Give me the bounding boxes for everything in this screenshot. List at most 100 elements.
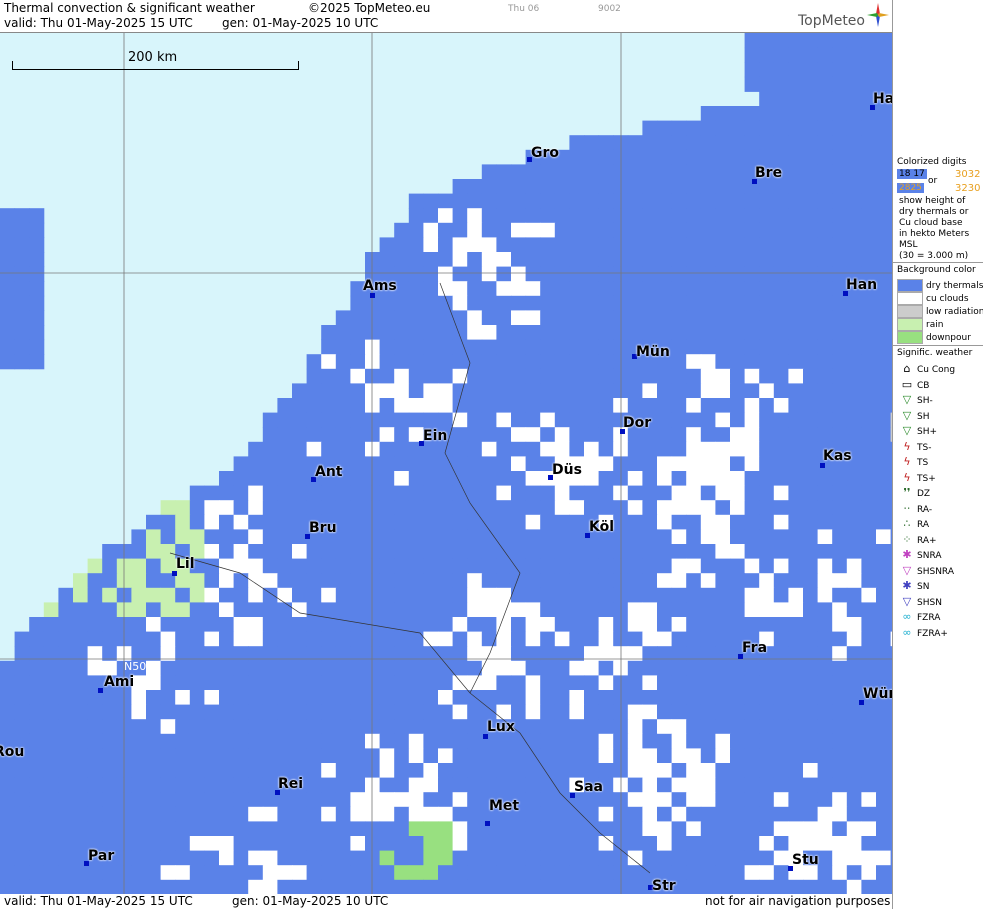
grid-cell (365, 675, 381, 691)
grid-cell (496, 821, 512, 837)
grid-cell (773, 325, 789, 341)
grid-cell (160, 792, 176, 808)
grid-cell (817, 295, 833, 311)
grid-cell (233, 719, 249, 735)
grid-cell (788, 500, 804, 516)
grid-cell (467, 179, 483, 195)
grid-cell (817, 412, 833, 428)
grid-cell (584, 704, 600, 720)
grid-cell (584, 587, 600, 603)
grid-cell (598, 222, 614, 238)
grid-cell (379, 792, 395, 808)
grid-cell (730, 281, 746, 297)
grid-cell (803, 558, 819, 574)
grid-cell (832, 836, 848, 852)
scale-label: 200 km (128, 50, 178, 65)
legend-sig-label: SH- (917, 396, 933, 406)
grid-cell (423, 879, 439, 895)
grid-cell (861, 748, 877, 764)
grid-cell (584, 179, 600, 195)
grid-cell (321, 719, 337, 735)
grid-cell (715, 690, 731, 706)
grid-cell (832, 47, 848, 63)
grid-cell (657, 456, 673, 472)
grid-cell (832, 631, 848, 647)
grid-cell (803, 222, 819, 238)
grid-cell (803, 281, 819, 297)
grid-cell (715, 675, 731, 691)
grid-cell (379, 704, 395, 720)
weather-map[interactable]: 200 km N50 Gro Bre Ham Han Ams Mün Dor E… (0, 32, 892, 896)
grid-cell (700, 748, 716, 764)
grid-cell (408, 675, 424, 691)
grid-cell (408, 733, 424, 749)
grid-cell (379, 471, 395, 487)
grid-cell (233, 865, 249, 881)
grid-cell (788, 368, 804, 384)
grid-cell (773, 106, 789, 122)
grid-cell (686, 368, 702, 384)
grid-cell (584, 398, 600, 414)
grid-cell (832, 660, 848, 676)
grid-cell (876, 398, 892, 414)
grid-cell (350, 879, 366, 895)
ts-light-icon: ϟ (903, 439, 911, 453)
grid-cell (788, 704, 804, 720)
grid-cell (788, 733, 804, 749)
grid-cell (277, 500, 293, 516)
grid-cell (642, 441, 658, 457)
legend-sig-title: Signific. weather (897, 348, 973, 358)
grid-cell (861, 763, 877, 779)
grid-cell (715, 441, 731, 457)
grid-cell (730, 179, 746, 195)
grid-cell (189, 777, 205, 793)
grid-cell (700, 266, 716, 282)
grid-cell (525, 325, 541, 341)
grid-cell (686, 514, 702, 530)
grid-cell (759, 850, 775, 866)
grid-cell (846, 865, 862, 881)
grid-cell (642, 193, 658, 209)
fzra-heavy-icon: ∞ (902, 625, 912, 639)
grid-cell (233, 602, 249, 618)
grid-cell (131, 558, 147, 574)
grid-cell (160, 514, 176, 530)
grid-cell (277, 456, 293, 472)
legend-sig-label: SHSNRA (917, 566, 954, 577)
grid-cell (29, 777, 45, 793)
grid-cell (87, 865, 103, 881)
grid-cell (686, 485, 702, 501)
grid-cell (803, 135, 819, 151)
grid-cell (248, 660, 264, 676)
grid-cell (496, 179, 512, 195)
grid-cell (861, 792, 877, 808)
grid-cell (686, 179, 702, 195)
grid-cell (379, 602, 395, 618)
grid-cell (554, 748, 570, 764)
grid-cell (788, 295, 804, 311)
grid-cell (584, 865, 600, 881)
grid-cell (233, 777, 249, 793)
grid-cell (846, 821, 862, 837)
grid-cell (788, 33, 804, 49)
grid-cell (365, 354, 381, 370)
grid-cell (744, 558, 760, 574)
grid-cell (262, 514, 278, 530)
grid-cell (248, 748, 264, 764)
grid-cell (861, 76, 877, 92)
grid-cell (700, 295, 716, 311)
grid-cell (773, 222, 789, 238)
grid-cell (43, 631, 59, 647)
grid-cell (817, 33, 833, 49)
grid-cell (817, 617, 833, 633)
grid-cell (759, 733, 775, 749)
grid-cell (481, 850, 497, 866)
grid-cell (671, 777, 687, 793)
grid-cell (773, 179, 789, 195)
grid-cell (788, 529, 804, 545)
grid-cell (730, 208, 746, 224)
grid-cell (219, 690, 235, 706)
grid-cell (642, 748, 658, 764)
grid-cell (160, 821, 176, 837)
grid-cell (262, 427, 278, 443)
